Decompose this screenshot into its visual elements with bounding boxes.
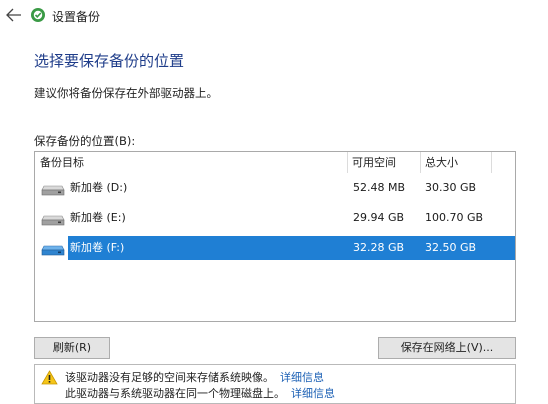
details-link[interactable]: 详细信息 [291,387,335,400]
warning-message: 此驱动器与系统驱动器在同一个物理磁盘上。 详细信息 [65,385,335,401]
drive-icon [41,245,65,256]
details-link[interactable]: 详细信息 [280,371,324,384]
drive-name: 新加卷 (D:) [70,181,128,194]
list-header: 备份目标 可用空间 总大小 [35,152,515,173]
drive-free-space: 32.28 GB [353,241,405,254]
list-item[interactable]: 新加卷 (E:) 29.94 GB 100.70 GB [35,206,515,230]
save-on-network-button[interactable]: 保存在网络上(V)... [378,337,516,359]
refresh-button[interactable]: 刷新(R) [34,337,110,359]
back-arrow-icon[interactable] [6,8,22,22]
warning-panel: 该驱动器没有足够的空间来存储系统映像。 详细信息 此驱动器与系统驱动器在同一个物理… [34,364,516,404]
warning-text: 此驱动器与系统驱动器在同一个物理磁盘上。 [65,387,285,400]
backup-destination-list[interactable]: 备份目标 可用空间 总大小 新加卷 (D:) 52.48 MB 30.30 GB… [34,151,516,322]
drive-total-size: 100.70 GB [425,211,484,224]
drive-total-size: 32.50 GB [425,241,477,254]
warning-message: 该驱动器没有足够的空间来存储系统映像。 详细信息 [65,369,324,385]
drive-free-space: 52.48 MB [353,181,406,194]
drive-icon [41,215,65,226]
column-header-total-size[interactable]: 总大小 [421,152,492,173]
column-header-destination[interactable]: 备份目标 [35,152,348,173]
warning-text: 该驱动器没有足够的空间来存储系统映像。 [65,371,274,384]
drive-icon [41,185,65,196]
backup-app-icon [31,8,45,22]
title-bar: 设置备份 [0,0,548,30]
list-item[interactable]: 新加卷 (D:) 52.48 MB 30.30 GB [35,176,515,200]
window-title: 设置备份 [52,10,101,24]
drive-total-size: 30.30 GB [425,181,477,194]
drive-free-space: 29.94 GB [353,211,405,224]
warning-icon [41,370,58,385]
column-header-free-space[interactable]: 可用空间 [348,152,421,173]
drive-name: 新加卷 (F:) [70,241,125,254]
page-title: 选择要保存备份的位置 [34,52,185,70]
list-label: 保存备份的位置(B): [34,134,136,148]
drive-name: 新加卷 (E:) [70,211,126,224]
page-subtitle: 建议你将备份保存在外部驱动器上。 [34,86,218,100]
list-item-selected[interactable]: 新加卷 (F:) 32.28 GB 32.50 GB [35,236,515,260]
